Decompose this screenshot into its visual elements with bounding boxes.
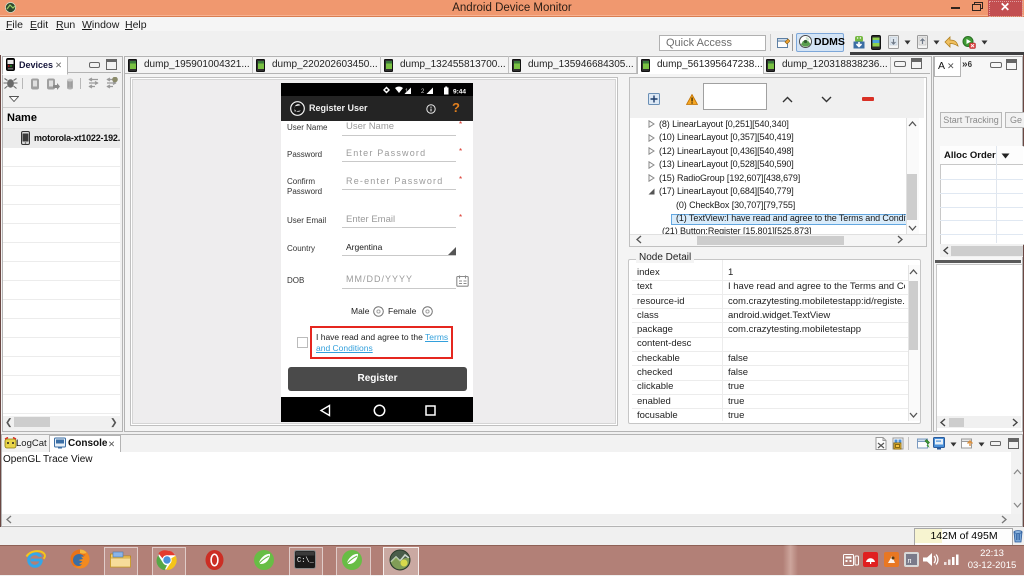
svg-text:9:44: 9:44 <box>453 88 466 95</box>
svg-text:2: 2 <box>421 89 425 95</box>
svg-text:n: n <box>908 556 912 565</box>
svg-text:C:\_: C:\_ <box>297 557 315 565</box>
